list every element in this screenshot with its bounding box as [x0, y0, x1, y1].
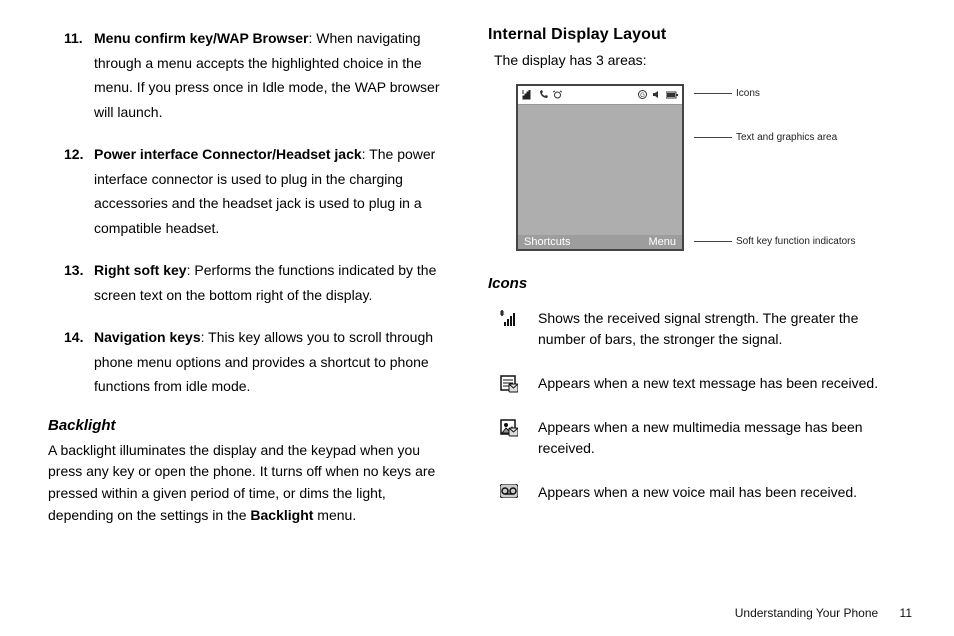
phone-icon-bar: G	[518, 86, 682, 105]
g-icon: G	[638, 90, 647, 99]
signal-icon	[522, 90, 534, 100]
backlight-heading: Backlight	[48, 417, 448, 434]
callout-icons: Icons	[694, 88, 760, 99]
item-number: 13.	[64, 258, 83, 283]
footer-page-number: 11	[900, 606, 912, 620]
list-item: 11. Menu confirm key/WAP Browser: When n…	[64, 26, 448, 124]
icon-description: Shows the received signal strength. The …	[538, 308, 888, 351]
icon-description: Appears when a new voice mail has been r…	[538, 482, 888, 504]
backlight-paragraph: A backlight illuminates the display and …	[48, 440, 448, 527]
display-diagram: G Shortcuts Menu Icons	[516, 84, 888, 251]
callout-graphics: Text and graphics area	[694, 132, 837, 143]
item-term: Right soft key	[94, 262, 187, 278]
item-number: 14.	[64, 325, 83, 350]
list-item: 13. Right soft key: Performs the functio…	[64, 258, 448, 307]
icon-description: Appears when a new multimedia message ha…	[538, 417, 888, 460]
backlight-text-post: menu.	[313, 507, 356, 523]
softkey-left: Shortcuts	[524, 236, 570, 248]
battery-icon	[666, 91, 678, 99]
page-footer: Understanding Your Phone 11	[735, 606, 912, 620]
internal-display-heading: Internal Display Layout	[488, 26, 888, 44]
multimedia-message-icon	[498, 417, 520, 437]
list-item: 14. Navigation keys: This key allows you…	[64, 325, 448, 399]
item-number: 11.	[64, 26, 83, 51]
icon-description: Appears when a new text message has been…	[538, 373, 888, 395]
phone-softkey-bar: Shortcuts Menu	[518, 235, 682, 249]
phone-graphics-area	[518, 105, 682, 235]
icon-row: Appears when a new multimedia message ha…	[498, 417, 888, 460]
numbered-list: 11. Menu confirm key/WAP Browser: When n…	[64, 26, 448, 399]
call-icon	[539, 90, 548, 99]
backlight-text-pre: A backlight illuminates the display and …	[48, 442, 435, 523]
phone-screen: G Shortcuts Menu	[516, 84, 684, 251]
item-term: Navigation keys	[94, 329, 201, 345]
voicemail-icon	[498, 482, 520, 498]
item-term: Menu confirm key/WAP Browser	[94, 30, 308, 46]
icons-heading: Icons	[488, 275, 888, 292]
mute-icon	[652, 90, 661, 99]
list-item: 12. Power interface Connector/Headset ja…	[64, 142, 448, 240]
alarm-icon	[553, 90, 562, 99]
footer-section: Understanding Your Phone	[735, 606, 878, 620]
backlight-text-bold: Backlight	[250, 507, 313, 523]
callout-softkeys: Soft key function indicators	[694, 236, 856, 247]
left-column: 11. Menu confirm key/WAP Browser: When n…	[48, 26, 448, 526]
item-term: Power interface Connector/Headset jack	[94, 146, 362, 162]
icon-row: Appears when a new voice mail has been r…	[498, 482, 888, 504]
signal-strength-icon	[498, 308, 520, 326]
item-number: 12.	[64, 142, 83, 167]
icon-row: Shows the received signal strength. The …	[498, 308, 888, 351]
right-column: Internal Display Layout The display has …	[488, 26, 888, 526]
svg-text:G: G	[640, 93, 645, 99]
softkey-right: Menu	[648, 236, 676, 248]
icon-row: Appears when a new text message has been…	[498, 373, 888, 395]
text-message-icon	[498, 373, 520, 393]
display-intro: The display has 3 areas:	[494, 50, 888, 72]
